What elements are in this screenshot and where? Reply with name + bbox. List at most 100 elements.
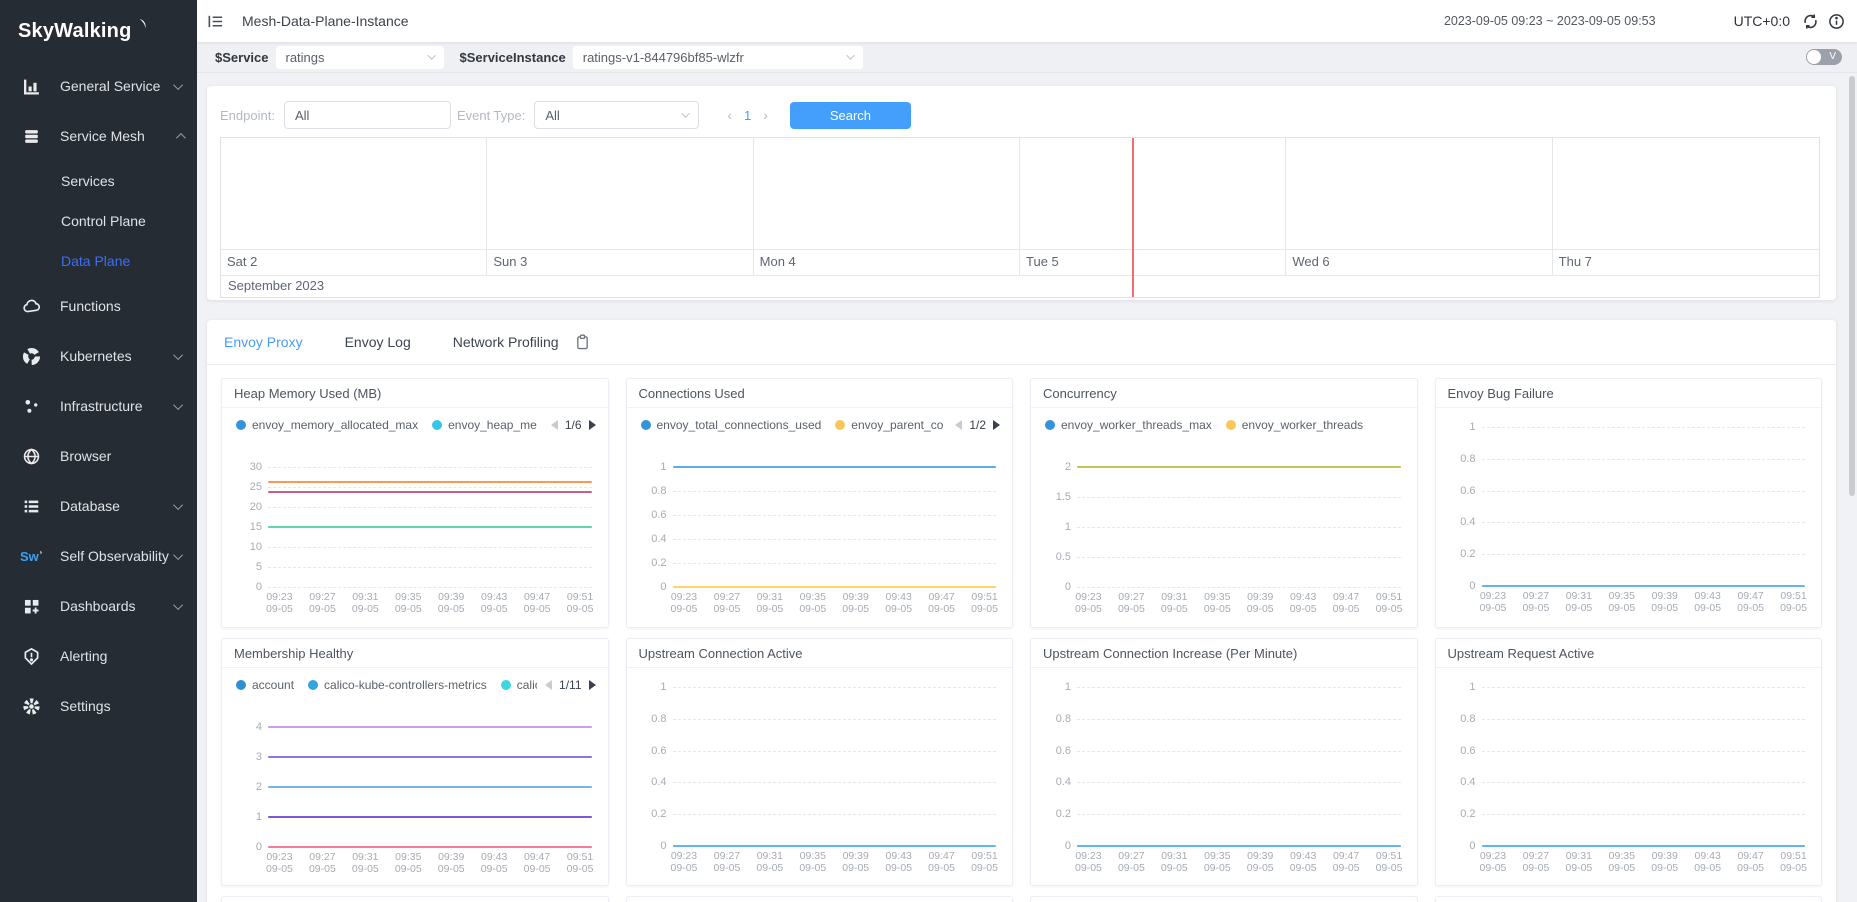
chart-legend: account calico-kube-controllers-metrics ca… — [222, 668, 608, 695]
x-axis-tick: 09:4309-05 — [877, 851, 920, 874]
series-line — [1482, 585, 1806, 587]
x-axis-tick: 09:3509-05 — [791, 592, 834, 615]
event-type-select[interactable]: All — [534, 101, 699, 129]
x-axis-tick: 09:3109-05 — [1153, 592, 1196, 615]
sidebar-item-self-observability[interactable]: SwʾSelf Observability — [0, 531, 197, 581]
x-axis-tick: 09:4709-05 — [516, 852, 559, 875]
x-axis-tick: 09:4309-05 — [1282, 592, 1325, 615]
legend-dot-icon — [236, 680, 246, 690]
calendar-month-label: September 2023 — [221, 276, 1819, 297]
legend-prev-icon[interactable] — [955, 420, 962, 430]
chart-panel-concurrency: Concurrencyenvoy_worker_threads_maxenvoy… — [1030, 378, 1418, 628]
sidebar-item-functions[interactable]: Functions — [0, 281, 197, 331]
sidebar-item-alerting[interactable]: Alerting — [0, 631, 197, 681]
metrics-panel: Envoy Proxy Envoy Log Network Profiling He… — [207, 320, 1836, 902]
x-axis-tick: 09:3109-05 — [1557, 851, 1600, 874]
chart-legend: envoy_memory_allocated_maxenvoy_heap_me1… — [222, 408, 608, 435]
x-axis-tick: 09:5109-05 — [1772, 591, 1815, 614]
legend-item-calico-kube-controllers-metrics[interactable]: calico-kube-controllers-metrics — [308, 678, 487, 692]
y-axis-tick: 0 — [629, 581, 667, 593]
legend-dot-icon — [501, 680, 511, 690]
time-range[interactable]: 2023-09-05 09:23 ~ 2023-09-05 09:53 — [1444, 14, 1656, 28]
legend-item-calic[interactable]: calic — [501, 678, 537, 692]
series-line — [673, 466, 997, 468]
legend-item-envoy-parent-co[interactable]: envoy_parent_co — [835, 418, 943, 432]
sidebar-item-dashboards[interactable]: Dashboards — [0, 581, 197, 631]
pager-prev-icon[interactable]: ‹ — [719, 107, 740, 123]
sidebar-item-settings[interactable]: Settings — [0, 681, 197, 731]
service-instance-value: ratings-v1-844796bf85-wlzfr — [583, 50, 841, 65]
x-axis-tick: 09:4309-05 — [877, 592, 920, 615]
tab-envoy-log[interactable]: Envoy Log — [345, 334, 411, 350]
gridline — [673, 539, 997, 540]
y-axis-tick: 0 — [224, 841, 262, 853]
x-axis-tick: 09:2309-05 — [663, 592, 706, 615]
search-button[interactable]: Search — [790, 102, 911, 129]
service-instance-label: $ServiceInstance — [460, 50, 566, 65]
y-axis-tick: 3 — [224, 751, 262, 763]
tab-envoy-proxy[interactable]: Envoy Proxy — [224, 334, 303, 350]
gridline — [1077, 782, 1401, 783]
service-select[interactable]: ratings — [276, 46, 444, 69]
x-axis-tick: 09:3109-05 — [344, 852, 387, 875]
page-title: Mesh-Data-Plane-Instance — [242, 13, 409, 29]
legend-dot-icon — [308, 680, 318, 690]
legend-item-envoy-worker-threads-max[interactable]: envoy_worker_threads_max — [1045, 418, 1212, 432]
clipboard-icon[interactable] — [575, 334, 590, 350]
chart-panel-partial — [1030, 896, 1418, 902]
sidebar-item-services[interactable]: Services — [0, 161, 197, 201]
legend-next-icon[interactable] — [589, 420, 596, 430]
y-axis-tick: 1 — [629, 461, 667, 473]
endpoint-input[interactable] — [284, 101, 451, 129]
legend-prev-icon[interactable] — [551, 420, 558, 430]
legend-prev-icon[interactable] — [545, 680, 552, 690]
x-axis-tick: 09:2709-05 — [1514, 591, 1557, 614]
vertical-scrollbar[interactable] — [1849, 76, 1855, 496]
pager-next-icon[interactable]: › — [755, 107, 776, 123]
x-axis-tick: 09:3109-05 — [344, 592, 387, 615]
sidebar-item-browser[interactable]: Browser — [0, 431, 197, 481]
sidebar-item-database[interactable]: Database — [0, 481, 197, 531]
view-toggle[interactable]: V — [1806, 49, 1842, 65]
x-axis-tick: 09:3509-05 — [1600, 591, 1643, 614]
refresh-icon[interactable] — [1802, 13, 1819, 30]
collapse-menu-icon[interactable] — [207, 13, 224, 30]
calendar-day-cell — [754, 138, 1020, 250]
chart-panel-upstream-connection-active: Upstream Connection Active10.80.60.40.20… — [626, 638, 1014, 886]
legend-dot-icon — [432, 420, 442, 430]
chart-panel-heap-memory-used-mb: Heap Memory Used (MB)envoy_memory_alloca… — [221, 378, 609, 628]
legend-dot-icon — [835, 420, 845, 430]
legend-item-envoy-memory-allocated-max[interactable]: envoy_memory_allocated_max — [236, 418, 418, 432]
y-axis-tick: 0.8 — [1438, 453, 1476, 465]
sidebar-item-data-plane[interactable]: Data Plane — [0, 241, 197, 281]
x-axis-tick: 09:4309-05 — [1282, 851, 1325, 874]
x-axis-tick: 09:3509-05 — [1196, 592, 1239, 615]
x-axis-tick: 09:4709-05 — [1729, 591, 1772, 614]
legend-item-envoy-heap-me[interactable]: envoy_heap_me — [432, 418, 537, 432]
gridline — [673, 751, 997, 752]
x-axis-tick: 09:4309-05 — [1686, 591, 1729, 614]
x-axis-labels: 09:2309-0509:2709-0509:3109-0509:3509-05… — [1472, 591, 1816, 614]
legend-item-envoy-worker-threads[interactable]: envoy_worker_threads — [1226, 418, 1363, 432]
info-icon[interactable] — [1828, 13, 1845, 30]
y-axis-tick: 1.5 — [1033, 491, 1071, 503]
x-axis-tick: 09:3109-05 — [1153, 851, 1196, 874]
sidebar-item-infrastructure[interactable]: Infrastructure — [0, 381, 197, 431]
legend-next-icon[interactable] — [589, 680, 596, 690]
database-icon — [22, 497, 41, 516]
sidebar-item-control-plane[interactable]: Control Plane — [0, 201, 197, 241]
x-axis-tick: 09:4309-05 — [1686, 851, 1729, 874]
sidebar-item-service-mesh[interactable]: Service Mesh — [0, 111, 197, 161]
y-axis-tick: 0.6 — [1438, 485, 1476, 497]
legend-item-envoy-total-connections-used[interactable]: envoy_total_connections_used — [641, 418, 822, 432]
legend-next-icon[interactable] — [993, 420, 1000, 430]
skywalking-logo: SkyWalking — [0, 0, 197, 53]
tab-network-profiling[interactable]: Network Profiling — [453, 334, 559, 350]
legend-item-account[interactable]: account — [236, 678, 294, 692]
gridline — [1077, 814, 1401, 815]
sidebar-item-general-service[interactable]: General Service — [0, 61, 197, 111]
service-instance-select[interactable]: ratings-v1-844796bf85-wlzfr — [573, 46, 863, 69]
events-panel: Endpoint: Event Type: All ‹ 1 › Search — [207, 86, 1836, 300]
gridline — [1077, 497, 1401, 498]
sidebar-item-kubernetes[interactable]: Kubernetes — [0, 331, 197, 381]
